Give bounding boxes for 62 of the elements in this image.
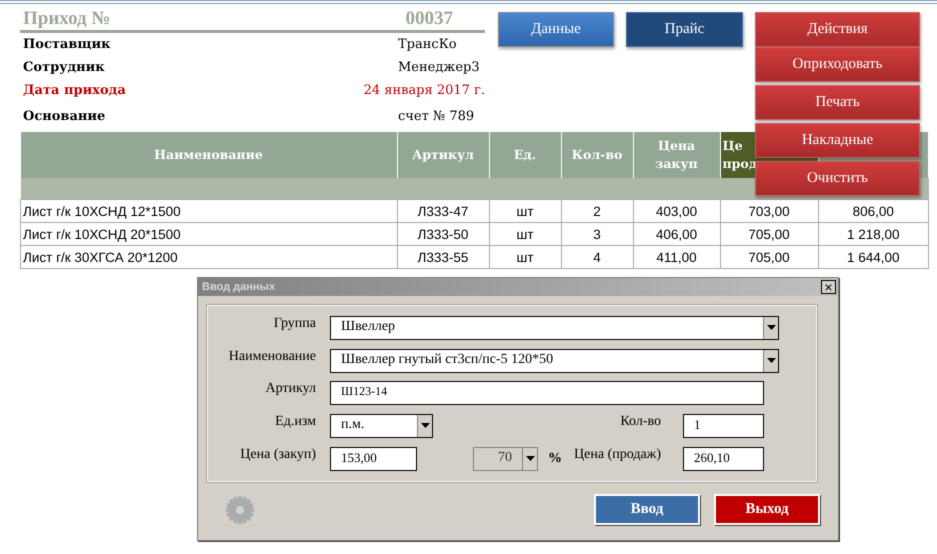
document-number: 00037 — [406, 9, 453, 30]
table-cell: Лист г/к 10ХСНД 12*1500 — [20, 200, 397, 222]
dialog-button[interactable]: Ввод — [594, 494, 700, 525]
table-cell: шт — [489, 246, 561, 268]
table-cell: 411,00 — [633, 246, 720, 268]
field-label: Наименование — [228, 348, 316, 364]
field-label: Группа — [272, 316, 316, 332]
table-cell: Лист г/к 10ХСНД 20*1500 — [20, 222, 397, 246]
table-cell: 1 644,00 — [818, 246, 928, 268]
field-label: Цена (продаж) — [574, 446, 661, 462]
table-cell: 406,00 — [633, 222, 720, 246]
document-title: Приход № — [23, 9, 110, 30]
table-cell: 705,00 — [720, 246, 818, 268]
field-value: ТрансКо — [398, 37, 457, 52]
toolbar-button[interactable]: Прайс — [626, 12, 743, 47]
field-label: Ед.изм — [274, 414, 316, 430]
table-cell: Лист г/к 30ХГСА 20*1200 — [20, 246, 397, 268]
dropdown-field[interactable]: Швеллер гнутый ст3сп/пс-5 120*50 — [330, 348, 779, 372]
table-cell: Л333-47 — [397, 200, 489, 222]
field-label: Артикул — [264, 380, 316, 396]
input-field[interactable]: 260,10 — [683, 446, 764, 470]
table-cell: 705,00 — [720, 222, 818, 246]
field-value: счет № 789 — [398, 109, 474, 124]
table-cell: 1 218,00 — [818, 222, 928, 246]
table-cell: 4 — [561, 246, 633, 268]
input-field[interactable]: Ш123-14 — [330, 380, 764, 404]
field-label: Сотрудник — [23, 60, 106, 75]
field-label: Кол-во — [620, 414, 661, 430]
column-header: Артикул — [397, 132, 489, 178]
table-cell: 403,00 — [633, 200, 720, 222]
input-field[interactable]: 1 — [683, 414, 764, 438]
column-header: Ед. — [489, 132, 561, 178]
dialog-button[interactable]: Выход — [714, 494, 820, 525]
dropdown-field[interactable]: Швеллер — [330, 316, 779, 340]
menu-item[interactable]: Печать — [755, 85, 920, 120]
menu-item[interactable]: Очистить — [755, 161, 920, 196]
table-cell: 703,00 — [720, 200, 818, 222]
field-value: Менеджер3 — [398, 60, 480, 75]
field-value: 24 января 2017 г. — [364, 83, 485, 98]
table-cell: шт — [489, 200, 561, 222]
column-header: Наименование — [20, 132, 397, 178]
menu-item[interactable]: Накладные — [755, 123, 920, 158]
table-cell: Л333-50 — [397, 222, 489, 246]
column-header: Цена закуп — [633, 132, 720, 178]
field-label: Цена (закуп) — [239, 446, 316, 462]
table-cell: Л333-55 — [397, 246, 489, 268]
field-label: Дата прихода — [23, 83, 127, 98]
toolbar-button[interactable]: Данные — [498, 12, 614, 47]
table-cell: 3 — [561, 222, 633, 246]
table-cell: шт — [489, 222, 561, 246]
table-cell: 806,00 — [818, 200, 928, 222]
close-button[interactable]: × — [821, 280, 836, 294]
table-cell: 2 — [561, 200, 633, 222]
field-label: Основание — [23, 109, 106, 124]
dialog-title: Ввод данных — [202, 281, 276, 293]
column-header: Кол-во — [561, 132, 633, 178]
unit-label: % — [548, 450, 562, 466]
dropdown-field[interactable]: п.м. — [330, 414, 433, 438]
input-field[interactable]: 153,00 — [330, 446, 417, 470]
menu-item[interactable]: Оприходовать — [755, 47, 920, 82]
field-label: Поставщик — [23, 37, 112, 52]
toolbar-button[interactable]: Действия — [755, 12, 920, 47]
